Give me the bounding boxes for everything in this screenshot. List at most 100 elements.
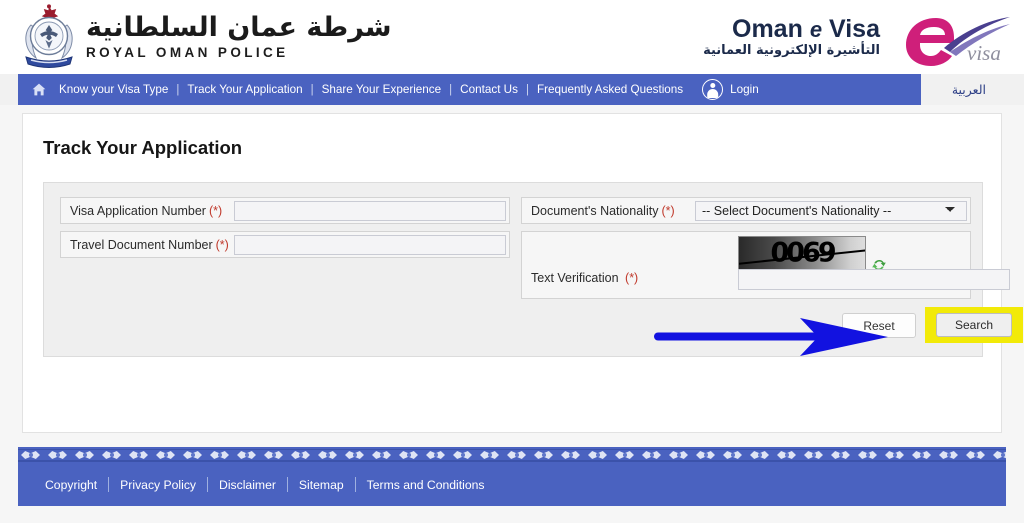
nav-item-share-your-experience[interactable]: Share Your Experience: [315, 83, 449, 96]
text-verification-block: 0069 Text Verification (*): [521, 231, 1010, 299]
required-asterisk: (*): [215, 237, 229, 252]
site-header: شرطة عمان السلطانية ROYAL OMAN POLICE Om…: [0, 0, 1024, 74]
ornament-motif: [99, 451, 126, 460]
label-travel-document-number: Travel Document Number (*): [61, 232, 234, 257]
label-text-verification: Text Verification (*): [531, 271, 638, 285]
evisa-english-title: Oman e Visa: [703, 16, 880, 42]
field-row-documents-nationality: Document's Nationality (*) -- Select Doc…: [521, 197, 971, 224]
ornament-motif: [180, 451, 207, 460]
content-card: Track Your Application Visa Application …: [22, 113, 1023, 433]
evisa-word-e: e: [809, 16, 823, 42]
ornament-motif: [504, 451, 531, 460]
ornament-motif: [855, 451, 882, 460]
ornament-motif: [963, 451, 990, 460]
required-asterisk: (*): [625, 271, 639, 285]
ornament-motif: [612, 451, 639, 460]
documents-nationality-select[interactable]: -- Select Document's Nationality --: [695, 200, 967, 221]
footer-links-bar: Copyright Privacy Policy Disclaimer Site…: [18, 463, 1006, 506]
ornament-motif: [720, 451, 747, 460]
evisa-text-block: Oman e Visa التأشيرة الإلكترونية العماني…: [703, 16, 880, 58]
ornament-motif: [666, 451, 693, 460]
ornament-motif: [261, 451, 288, 460]
captcha-image: 0069: [738, 236, 866, 270]
nav-item-frequently-asked-questions[interactable]: Frequently Asked Questions: [530, 83, 690, 96]
page-title: Track Your Application: [43, 137, 243, 158]
ornament-motif: [342, 451, 369, 460]
reset-button[interactable]: Reset: [842, 313, 916, 338]
footer-link-privacy-policy[interactable]: Privacy Policy: [109, 478, 207, 492]
ornament-motif: [72, 451, 99, 460]
required-asterisk: (*): [208, 203, 223, 218]
evisa-word-oman: Oman: [732, 14, 803, 43]
track-application-form: Visa Application Number (*) Travel Docum…: [43, 182, 1023, 357]
travel-document-number-input[interactable]: [234, 234, 506, 255]
ornament-motif: [369, 451, 396, 460]
page-root: شرطة عمان السلطانية ROYAL OMAN POLICE Om…: [0, 0, 1024, 523]
ornament-motif: [585, 451, 612, 460]
label-text: Document's Nationality: [531, 203, 659, 218]
nav-item-track-your-application[interactable]: Track Your Application: [180, 83, 309, 96]
nav-item-know-your-visa-type[interactable]: Know your Visa Type: [52, 83, 175, 96]
ornament-motif: [558, 451, 585, 460]
site-footer: Copyright Privacy Policy Disclaimer Site…: [0, 447, 1024, 507]
evisa-e-swoosh-logo-icon: visa: [884, 4, 1014, 70]
ornament-motif: [45, 451, 72, 460]
navigation-bar: Know your Visa Type | Track Your Applica…: [18, 74, 921, 105]
login-label: Login: [730, 83, 759, 96]
ornament-motif: [396, 451, 423, 460]
label-text: Visa Application Number: [70, 203, 206, 218]
footer-link-sitemap[interactable]: Sitemap: [288, 478, 355, 492]
royal-oman-police-branding: شرطة عمان السلطانية ROYAL OMAN POLICE: [18, 3, 392, 69]
ornament-motif: [450, 451, 477, 460]
label-documents-nationality: Document's Nationality (*): [522, 198, 695, 223]
home-icon[interactable]: [26, 83, 52, 96]
field-row-travel-document-number: Travel Document Number (*): [60, 231, 510, 258]
ornament-motif: [693, 451, 720, 460]
ornament-motif: [531, 451, 558, 460]
ornament-motif: [288, 451, 315, 460]
text-verification-input[interactable]: [738, 269, 1010, 290]
footer-link-copyright[interactable]: Copyright: [34, 478, 108, 492]
ornament-motif: [828, 451, 855, 460]
footer-link-disclaimer[interactable]: Disclaimer: [208, 478, 287, 492]
ornament-motif: [774, 451, 801, 460]
ornament-motif: [477, 451, 504, 460]
ornament-motif: [909, 451, 936, 460]
royal-oman-police-crest-icon: [18, 3, 80, 69]
ornament-motif: [990, 451, 1006, 460]
ornament-row: [18, 450, 1006, 460]
decorative-border-pattern-icon: [18, 447, 1006, 463]
evisa-arabic-title: التأشيرة الإلكترونية العمانية: [703, 43, 880, 59]
police-english-title: ROYAL OMAN POLICE: [86, 44, 289, 60]
label-text: Travel Document Number: [70, 237, 213, 252]
label-text: Text Verification: [531, 271, 619, 285]
ornament-motif: [936, 451, 963, 460]
label-visa-application-number: Visa Application Number (*): [61, 198, 234, 223]
main-navigation: Know your Visa Type | Track Your Applica…: [0, 74, 1024, 105]
ornament-motif: [882, 451, 909, 460]
ornament-motif: [315, 451, 342, 460]
ornament-motif: [207, 451, 234, 460]
svg-text:visa: visa: [967, 41, 1001, 65]
evisa-word-visa: Visa: [829, 14, 880, 43]
ornament-motif: [18, 451, 45, 460]
language-switch-arabic[interactable]: العربية: [952, 74, 986, 105]
police-arabic-title: شرطة عمان السلطانية: [86, 12, 392, 44]
nav-item-contact-us[interactable]: Contact Us: [453, 83, 525, 96]
ornament-motif: [801, 451, 828, 460]
login-button[interactable]: Login: [702, 79, 759, 100]
ornament-motif: [423, 451, 450, 460]
footer-link-terms-and-conditions[interactable]: Terms and Conditions: [356, 478, 496, 492]
search-button[interactable]: Search: [936, 313, 1012, 337]
ornament-motif: [747, 451, 774, 460]
user-avatar-icon: [702, 79, 724, 100]
ornament-motif: [126, 451, 153, 460]
evisa-branding: Oman e Visa التأشيرة الإلكترونية العماني…: [703, 4, 1014, 70]
search-button-highlight: Search: [925, 307, 1023, 343]
visa-application-number-input[interactable]: [234, 200, 506, 221]
ornament-motif: [153, 451, 180, 460]
ornament-motif: [639, 451, 666, 460]
police-title-block: شرطة عمان السلطانية ROYAL OMAN POLICE: [86, 12, 392, 59]
field-row-visa-application-number: Visa Application Number (*): [60, 197, 510, 224]
required-asterisk: (*): [661, 203, 675, 218]
